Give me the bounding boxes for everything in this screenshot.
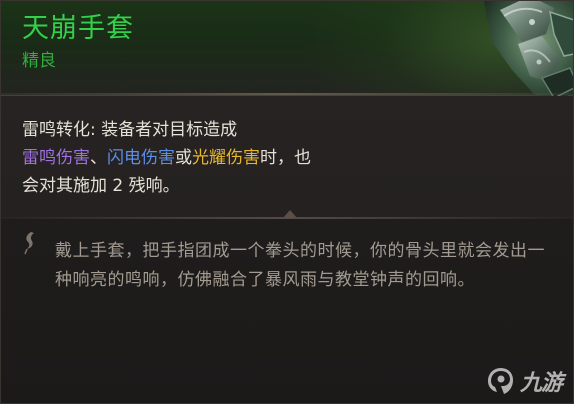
effect-separator-2: 或 xyxy=(175,148,192,168)
effect-description: 雷鸣转化: 装备者对目标造成 雷鸣伤害、闪电伤害或光耀伤害时，也 会对其施加 2… xyxy=(22,116,542,200)
quill-icon xyxy=(24,232,34,255)
effect-text-1: 装备者对目标造成 xyxy=(101,120,238,140)
flavor-text: 戴上手套，把手指团成一个拳头的时候，你的骨头里就会发出一种响亮的鸣响，仿佛融合了… xyxy=(55,241,545,290)
effect-text-2: 时，也 xyxy=(260,148,311,168)
effects-section: 雷鸣转化: 装备者对目标造成 雷鸣伤害、闪电伤害或光耀伤害时，也 会对其施加 2… xyxy=(0,96,574,218)
watermark: 九游 xyxy=(485,364,563,398)
damage-type-thunder: 雷鸣伤害 xyxy=(22,148,90,168)
divider-notch xyxy=(283,210,297,218)
item-name: 天崩手套 xyxy=(22,13,134,44)
nine-game-logo-icon xyxy=(487,368,513,394)
watermark-text: 九游 xyxy=(519,371,563,396)
damage-type-lightning: 闪电伤害 xyxy=(107,148,175,168)
effect-label: 雷鸣转化: xyxy=(22,120,96,140)
effect-separator-1: 、 xyxy=(90,148,107,168)
item-tooltip: 天崩手套 精良 雷鸣转化: 装备者对目标造成 雷鸣伤害、闪电伤害或光耀伤害时，也… xyxy=(0,0,574,404)
item-rarity: 精良 xyxy=(22,51,56,71)
tooltip-header: 天崩手套 精良 xyxy=(0,0,574,100)
damage-type-radiant: 光耀伤害 xyxy=(192,148,260,168)
effect-text-3: 会对其施加 2 残响。 xyxy=(22,176,180,196)
